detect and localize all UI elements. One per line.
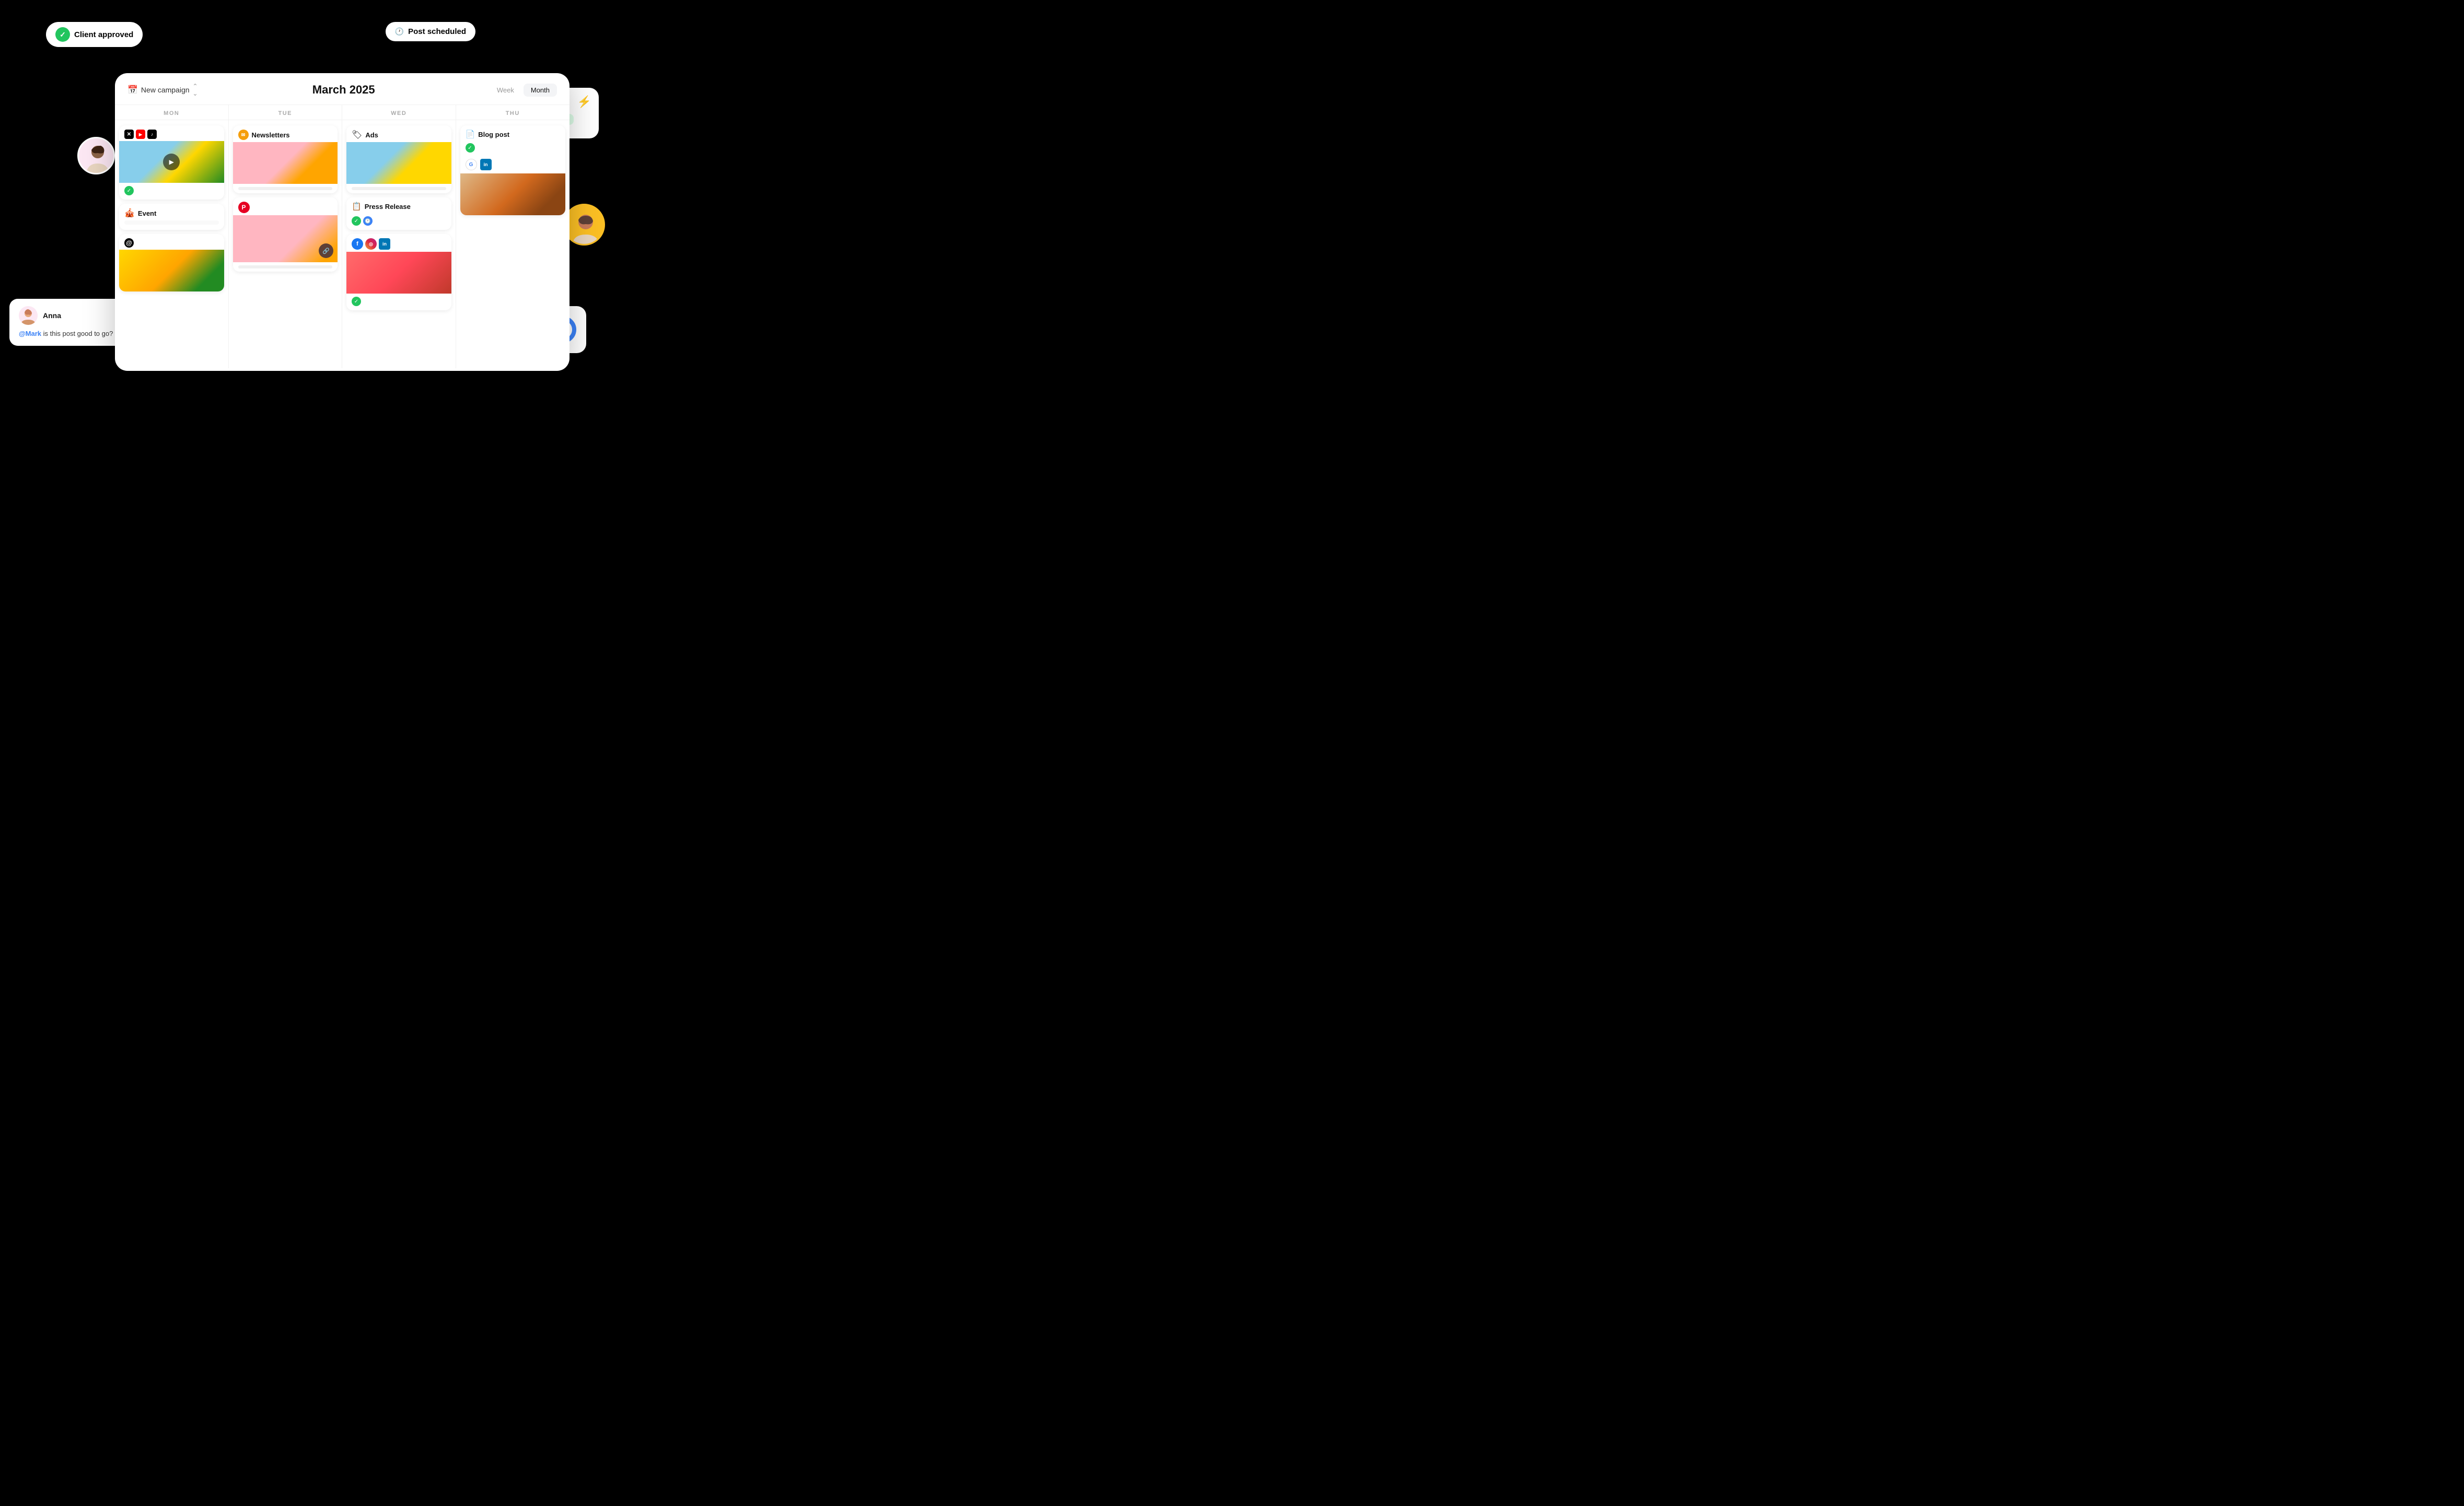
monday-content: ✕ ▶ ♪ ▶ ✓ 🎪 Event (115, 120, 228, 368)
ads-title: Ads (365, 131, 378, 139)
approved-check: ✓ (124, 186, 134, 195)
blog-check: ✓ (466, 143, 475, 153)
threads-icon: @ (124, 238, 134, 248)
post-scheduled-text: Post scheduled (408, 27, 466, 36)
threads-card[interactable]: @ (119, 234, 224, 291)
avatar-woman (77, 137, 115, 174)
pineapple-image (119, 250, 224, 291)
monday-header: MON (115, 105, 228, 120)
pinterest-card[interactable]: P 🔗 (233, 197, 338, 272)
comment-avatar (19, 306, 38, 325)
check-icon: ✓ (55, 27, 70, 42)
event-icon: 🎪 (124, 208, 135, 218)
calendar-grid: MON ✕ ▶ ♪ ▶ ✓ (115, 105, 569, 368)
link-icon: 🔗 (319, 243, 333, 258)
linkedin2-icon: in (480, 159, 492, 170)
campaign-icon: 📅 (127, 85, 138, 95)
chevron-icon: ⌃⌄ (193, 83, 198, 97)
comment-text: @Mark is this post good to go? (19, 329, 115, 338)
post-scheduled-badge: 🕐 Post scheduled (386, 22, 475, 41)
figs-image (460, 173, 566, 215)
tiktok-icon: ♪ (147, 130, 157, 139)
blog-title: Blog post (478, 131, 509, 138)
pr-clock: 🕐 (363, 216, 373, 226)
thursday-content: 📄 Blog post ✓ G in (456, 120, 570, 368)
calendar-panel: 📅 New campaign ⌃⌄ March 2025 Week Month … (115, 73, 569, 371)
client-approved-badge: ✓ Client approved (46, 22, 143, 47)
wednesday-content: 🏷 Ads 📋 Press Release ✓ 🕐 (342, 120, 456, 368)
campaign-name: New campaign (141, 86, 190, 94)
pinterest-icon: P (238, 202, 250, 213)
play-button[interactable]: ▶ (163, 154, 180, 170)
dried-fruit-image (233, 142, 338, 184)
avatar-man (563, 204, 605, 246)
youtube-icon: ▶ (136, 130, 145, 139)
social-video-card[interactable]: ✕ ▶ ♪ ▶ ✓ (119, 125, 224, 200)
month-view-button[interactable]: Month (524, 84, 557, 97)
google-icon: G (466, 159, 477, 170)
comment-bubble: Anna @Mark is this post good to go? (9, 299, 124, 346)
bottles-check: ✓ (352, 297, 361, 306)
calendar-title: March 2025 (206, 83, 481, 97)
wednesday-header: WED (342, 105, 456, 120)
orange-hand-wrapper: 🔗 (233, 215, 338, 262)
campaign-selector[interactable]: 📅 New campaign ⌃⌄ (127, 83, 198, 97)
pr-check: ✓ (352, 216, 361, 226)
clock-icon: 🕐 (395, 27, 404, 36)
x-icon: ✕ (124, 130, 134, 139)
press-release-card[interactable]: 📋 Press Release ✓ 🕐 (346, 197, 451, 230)
event-title: Event (138, 209, 156, 217)
mail-icon: ✉ (238, 130, 249, 140)
facebook-icon: f (352, 238, 363, 250)
newsletters-card[interactable]: ✉ Newsletters (233, 125, 338, 193)
grapefruit-image (346, 142, 451, 184)
comment-name: Anna (43, 311, 61, 320)
press-release-title: Press Release (365, 203, 411, 211)
ads-card[interactable]: 🏷 Ads (346, 125, 451, 193)
tuesday-content: ✉ Newsletters P 🔗 (229, 120, 342, 368)
card-image-wrapper: ▶ (119, 141, 224, 183)
blog-post-card[interactable]: 📄 Blog post ✓ G in (460, 125, 566, 215)
thursday-column: THU 📄 Blog post ✓ G in (456, 105, 570, 368)
tuesday-header: TUE (229, 105, 342, 120)
social-bottles-card[interactable]: f ◎ in ✓ (346, 234, 451, 310)
wednesday-column: WED 🏷 Ads 📋 Press Release (342, 105, 456, 368)
blog-icon: 📄 (466, 130, 475, 139)
event-card[interactable]: 🎪 Event (119, 204, 224, 230)
instagram-icon: ◎ (365, 238, 377, 250)
client-approved-text: Client approved (74, 30, 133, 39)
newsletters-title: Newsletters (252, 131, 290, 139)
calendar-header: 📅 New campaign ⌃⌄ March 2025 Week Month (115, 73, 569, 105)
press-release-icon: 📋 (352, 202, 362, 211)
bottles-image (346, 252, 451, 294)
monday-column: MON ✕ ▶ ♪ ▶ ✓ (115, 105, 229, 368)
week-view-button[interactable]: Week (490, 84, 521, 97)
view-toggle: Week Month (490, 84, 557, 97)
comment-mention: @Mark (19, 330, 41, 337)
ads-icon: 🏷 (352, 130, 362, 140)
bolt-icon: ⚡ (577, 95, 591, 109)
thursday-header: THU (456, 105, 570, 120)
tuesday-column: TUE ✉ Newsletters P (229, 105, 343, 368)
linkedin-icon: in (379, 238, 390, 250)
